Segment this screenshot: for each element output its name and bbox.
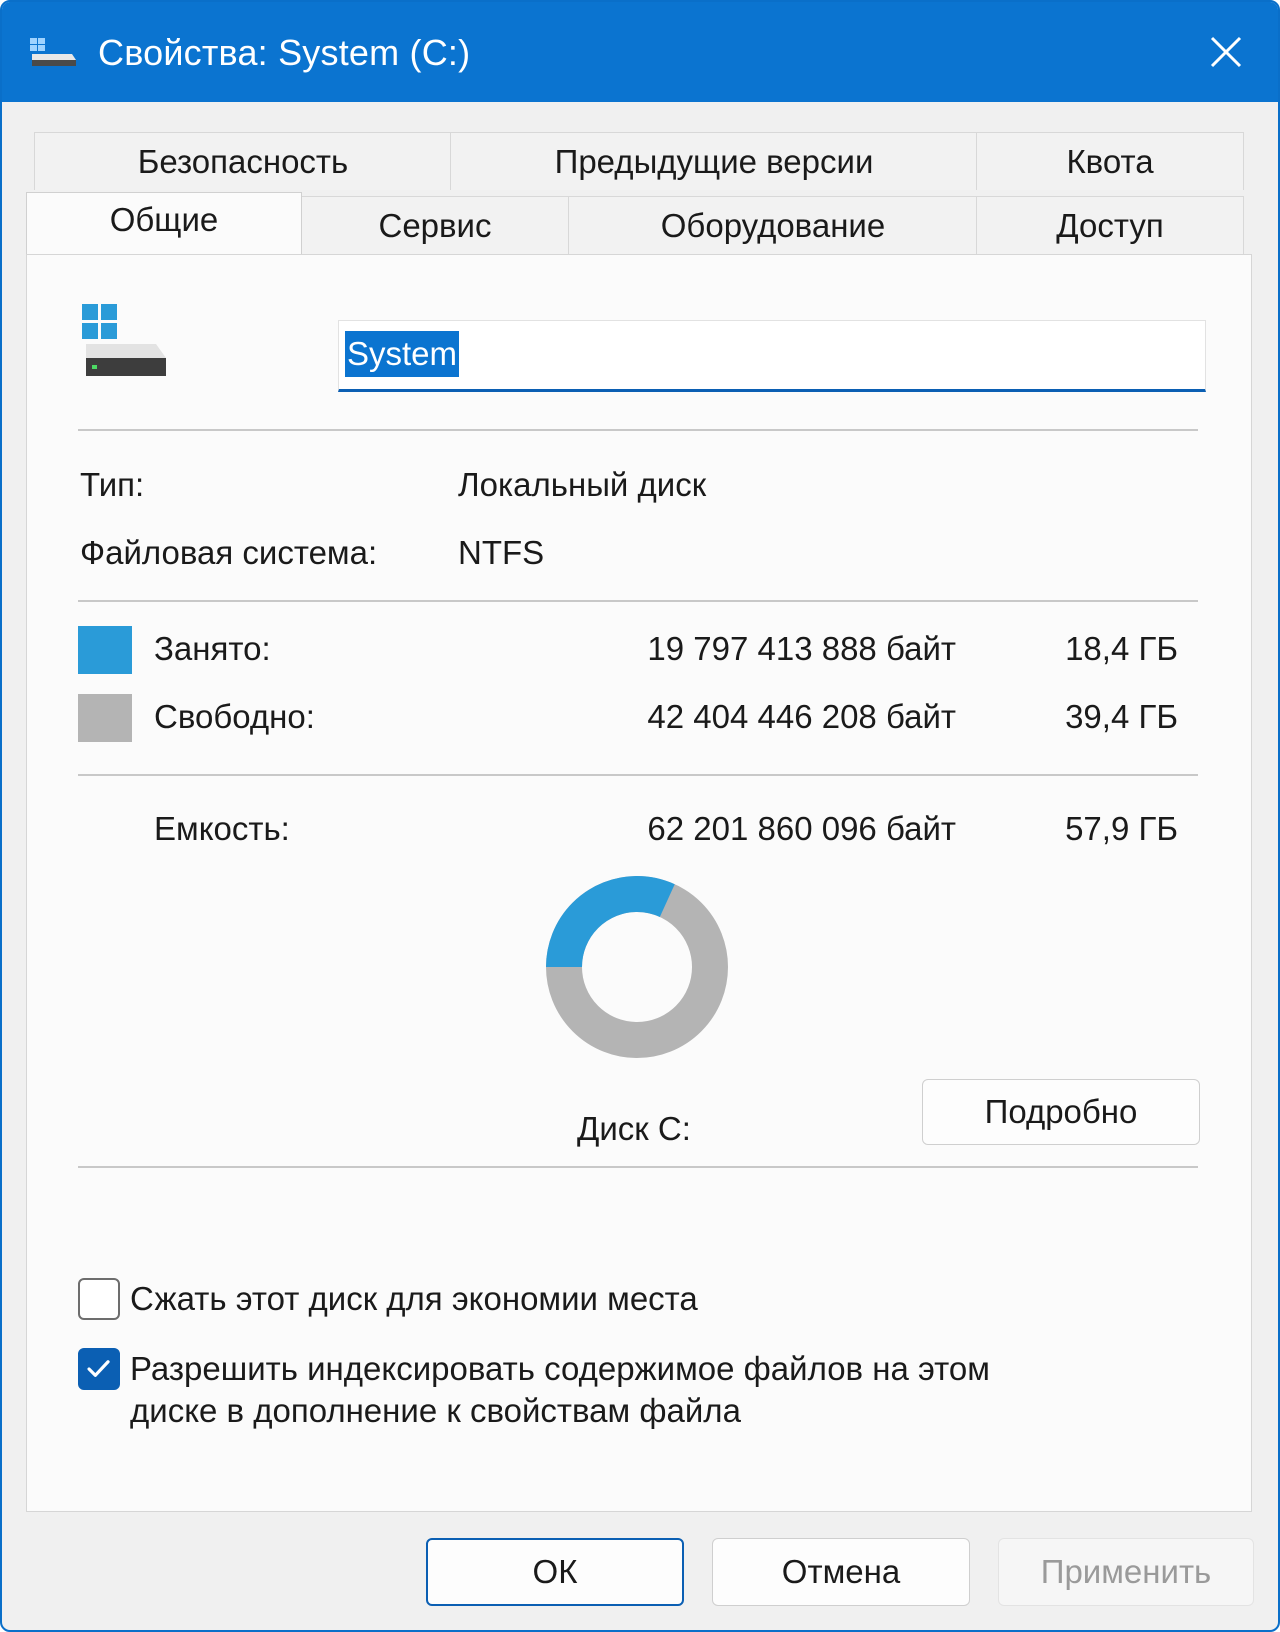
compress-label: Сжать этот диск для экономии места [130,1280,698,1317]
divider [78,774,1198,776]
cancel-button[interactable]: Отмена [712,1538,970,1606]
type-value: Локальный диск [458,466,707,503]
type-label: Тип: [80,466,145,503]
tab-general[interactable]: Общие [26,192,302,254]
tab-hardware[interactable]: Оборудование [568,196,978,254]
free-gb: 39,4 ГБ [1065,698,1178,735]
tab-previous-versions[interactable]: Предыдущие версии [450,132,978,190]
free-label: Свободно: [154,698,315,735]
apply-button[interactable]: Применить [998,1538,1254,1606]
capacity-gb: 57,9 ГБ [1065,810,1178,847]
ok-button[interactable]: ОК [426,1538,684,1606]
capacity-bytes: 62 201 860 096 байт [647,810,956,847]
disk-label: Диск C: [577,1110,691,1147]
capacity-label: Емкость: [154,810,290,847]
details-button[interactable]: Подробно [922,1079,1200,1145]
window-title: Свойства: System (C:) [98,32,471,73]
tab-tools[interactable]: Сервис [300,196,570,254]
filesystem-value: NTFS [458,534,545,571]
index-label-line2: диске в дополнение к свойствам файла [130,1392,741,1429]
close-icon[interactable] [1198,24,1254,80]
system-drive-icon [82,304,166,376]
filesystem-label: Файловая система: [80,534,378,571]
used-label: Занято: [154,630,271,667]
divider [78,429,1198,431]
index-label-line1: Разрешить индексировать содержимое файло… [130,1350,990,1387]
drive-name-value: System [345,331,460,377]
index-checkbox[interactable] [78,1348,120,1390]
title-bar[interactable]: Свойства: System (C:) [2,2,1278,102]
divider [78,1166,1198,1168]
compress-checkbox[interactable] [78,1278,120,1320]
free-bytes: 42 404 446 208 байт [647,698,956,735]
used-space-swatch [78,626,132,674]
drive-icon [30,38,76,66]
properties-dialog: Свойства: System (C:) Безопасность Преды… [0,0,1280,1632]
free-space-swatch [78,694,132,742]
drive-name-input[interactable]: System [338,320,1206,392]
disk-usage-donut [546,876,728,1058]
tab-quota[interactable]: Квота [976,132,1244,190]
used-gb: 18,4 ГБ [1065,630,1178,667]
checkmark-icon [87,1360,110,1377]
tab-security[interactable]: Безопасность [34,132,452,190]
divider [78,600,1198,602]
tab-sharing[interactable]: Доступ [976,196,1244,254]
used-bytes: 19 797 413 888 байт [647,630,956,667]
